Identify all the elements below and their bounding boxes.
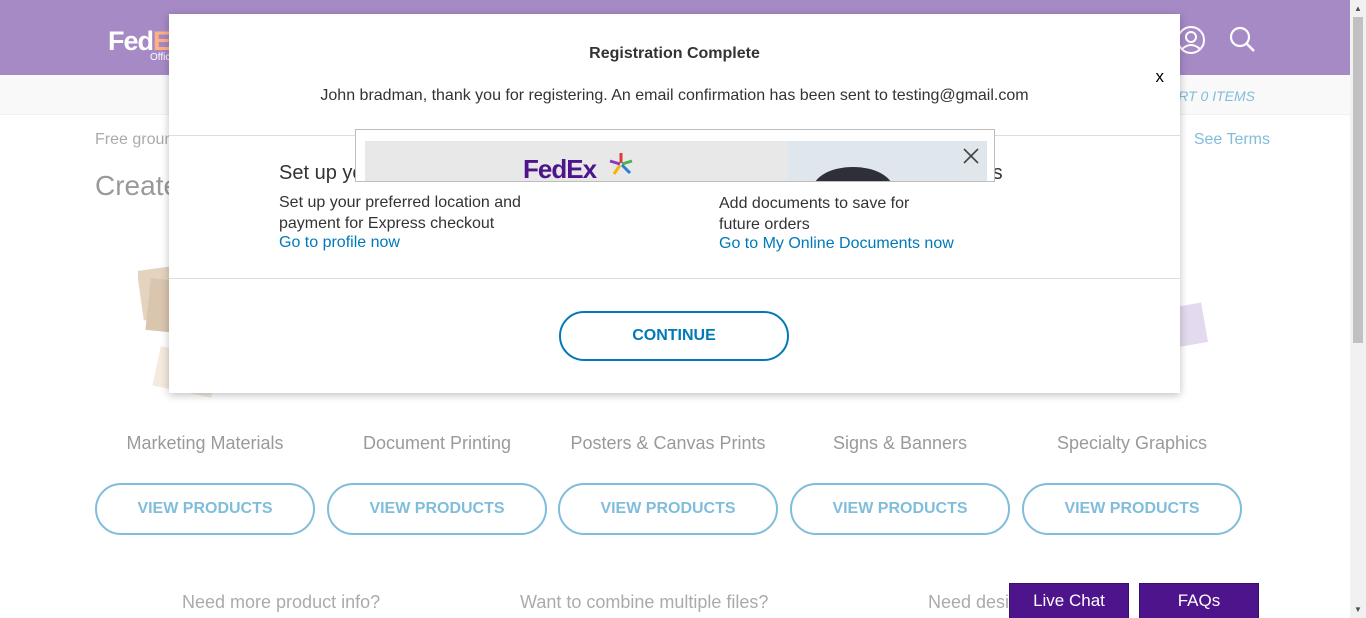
ad-close-button[interactable] (960, 146, 982, 168)
confirmation-message: John bradman, thank you for registering.… (320, 87, 1029, 104)
go-to-profile-link[interactable]: Go to profile now (279, 234, 400, 252)
registration-modal: Registration Complete x John bradman, th… (169, 14, 1180, 393)
modal-title: Registration Complete (589, 45, 760, 62)
modal-close-button[interactable]: x (1156, 67, 1165, 87)
ad-starburst-icon (608, 151, 634, 181)
page-scrollbar[interactable]: ▲ ▼ (1350, 0, 1366, 618)
scrollbar-thumb[interactable] (1353, 17, 1363, 343)
documents-section-desc-line2: future orders (719, 216, 810, 233)
faqs-button[interactable]: FAQs (1139, 583, 1259, 618)
profile-section-title: Set up yo (279, 162, 364, 184)
live-chat-button[interactable]: Live Chat (1009, 583, 1129, 618)
close-icon (962, 147, 980, 168)
ad-photo (788, 141, 987, 181)
scroll-up-arrow-icon[interactable]: ▲ (1350, 0, 1366, 17)
scroll-down-arrow-icon[interactable]: ▼ (1350, 601, 1366, 618)
divider (169, 278, 1180, 279)
profile-section-desc-line1: Set up your preferred location and (279, 194, 521, 211)
documents-section-desc-line1: Add documents to save for (719, 195, 910, 212)
continue-button[interactable]: CONTINUE (559, 311, 789, 361)
ad-popup[interactable]: FedEx (355, 129, 995, 182)
go-to-documents-link[interactable]: Go to My Online Documents now (719, 235, 954, 253)
ad-fedex-logo: FedEx (523, 154, 597, 182)
profile-section-desc-line2: payment for Express checkout (279, 215, 495, 232)
